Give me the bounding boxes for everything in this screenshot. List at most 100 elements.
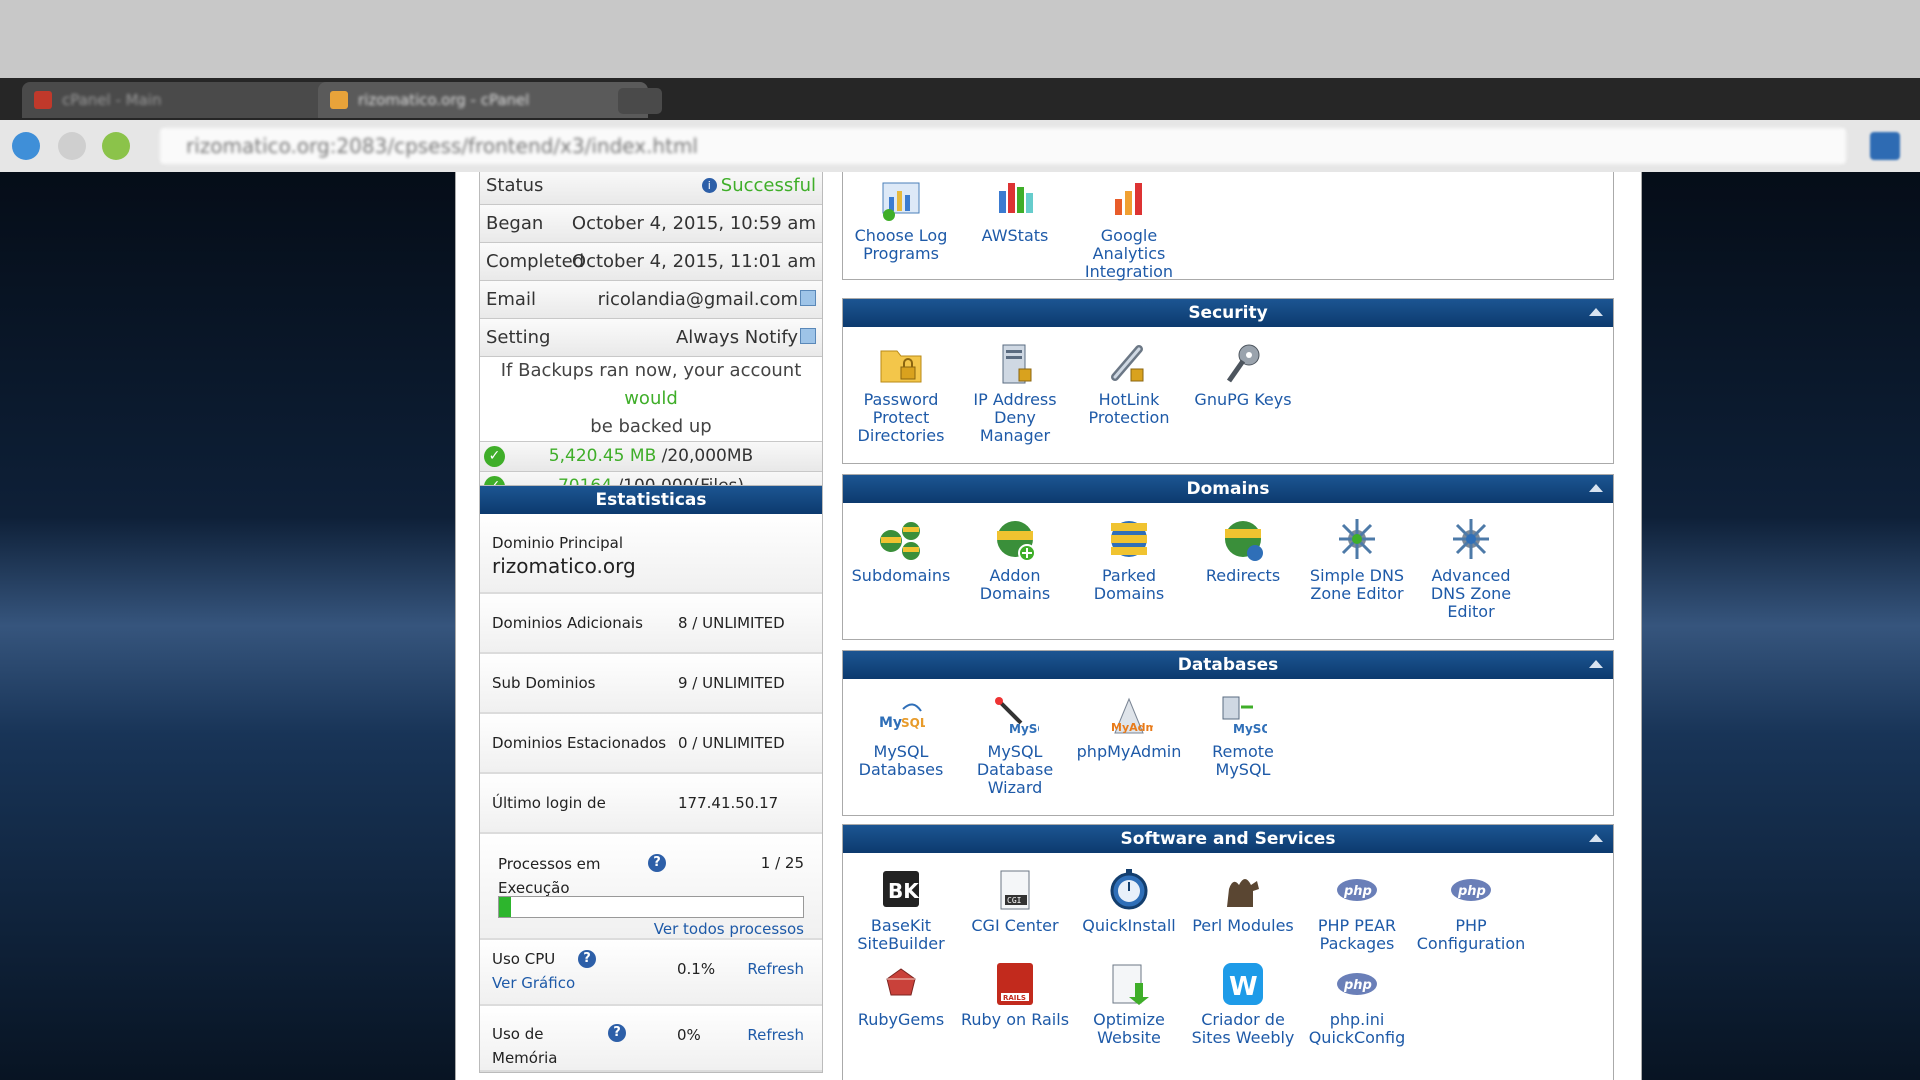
collapse-icon[interactable]	[1589, 484, 1603, 492]
software-panel: Software and Services BK BaseKit SiteBui…	[842, 824, 1614, 1080]
item-label: Advanced DNS Zone Editor	[1430, 566, 1512, 621]
item-label: HotLink Protection	[1088, 390, 1170, 427]
disk-quota-row: ✓ 5,420.45 MB /20,000MB	[480, 442, 822, 472]
processes-progress-bar	[498, 896, 804, 918]
hotlink-protection-item[interactable]: HotLink Protection	[1073, 341, 1185, 427]
cpu-graph-link[interactable]: Ver Gráfico	[492, 974, 575, 992]
collapse-icon[interactable]	[1589, 660, 1603, 668]
optimize-icon	[1112, 964, 1149, 1005]
svg-text:MyAdmin: MyAdmin	[1111, 721, 1153, 734]
weebly-icon: W	[1223, 963, 1263, 1005]
help-icon[interactable]: ?	[648, 854, 666, 872]
svg-text:CGI: CGI	[1007, 896, 1022, 905]
google-analytics-item[interactable]: Google Analytics Integration	[1073, 177, 1185, 281]
cpu-refresh-link[interactable]: Refresh	[747, 960, 804, 978]
quickinstall-item[interactable]: QuickInstall	[1073, 867, 1185, 935]
perl-modules-item[interactable]: Perl Modules	[1187, 867, 1299, 935]
remote-mysql-item[interactable]: MySQL Remote MySQL	[1187, 693, 1299, 779]
browser-tab-active[interactable]: rizomatico.org - cPanel ×	[318, 82, 648, 118]
parked-domains-item[interactable]: Parked Domains	[1073, 517, 1185, 603]
mysql-wizard-item[interactable]: MySQL MySQL Database Wizard	[959, 693, 1071, 797]
item-label: phpMyAdmin	[1076, 742, 1182, 761]
redirects-icon	[1225, 521, 1263, 561]
stats-title: Estatisticas	[480, 486, 822, 514]
awstats-item[interactable]: AWStats	[959, 177, 1071, 245]
log-programs-icon	[882, 182, 920, 221]
item-label: Remote MySQL	[1212, 742, 1274, 779]
stats-row-memory: Uso de Memória ? 0% Refresh	[480, 1006, 822, 1072]
basekit-item[interactable]: BK BaseKit SiteBuilder	[845, 867, 957, 953]
view-all-processes-link[interactable]: Ver todos processos	[654, 920, 804, 938]
rubygems-item[interactable]: RubyGems	[845, 961, 957, 1029]
ip-deny-item[interactable]: IP Address Deny Manager	[959, 341, 1071, 445]
phpini-quickconfig-item[interactable]: php php.ini QuickConfig	[1301, 961, 1413, 1047]
forward-icon[interactable]	[58, 132, 86, 160]
stat-value: 9 / UNLIMITED	[678, 674, 785, 692]
mysql-databases-item[interactable]: My SQL MySQL Databases	[845, 693, 957, 779]
edit-icon[interactable]	[800, 328, 816, 344]
dns-icon	[1339, 519, 1375, 559]
advanced-dns-item[interactable]: Advanced DNS Zone Editor	[1415, 517, 1527, 621]
row-key: Completed	[486, 251, 585, 272]
item-label: MySQL Database Wizard	[976, 742, 1054, 797]
ruby-on-rails-item[interactable]: RAILS Ruby on Rails	[959, 961, 1071, 1029]
help-icon[interactable]: ?	[608, 1024, 626, 1042]
memory-label: Uso de Memória	[492, 1022, 558, 1070]
item-label: IP Address Deny Manager	[973, 390, 1057, 445]
redirects-item[interactable]: Redirects	[1187, 517, 1299, 585]
stat-value: 177.41.50.17	[678, 794, 779, 812]
info-icon: i	[701, 178, 717, 193]
php-icon: php	[1337, 973, 1377, 995]
stats-row-processes: Processos em Execução ? 1 / 25 Ver todos…	[480, 834, 822, 940]
subdomains-item[interactable]: Subdomains	[845, 517, 957, 585]
mysql-wizard-icon: MySQL	[995, 697, 1039, 736]
optimize-website-item[interactable]: Optimize Website	[1073, 961, 1185, 1047]
svg-text:SQL: SQL	[901, 716, 925, 730]
item-label: PHP Configuration	[1416, 916, 1526, 953]
collapse-icon[interactable]	[1589, 834, 1603, 842]
new-tab-button[interactable]	[618, 88, 662, 114]
php-pear-item[interactable]: php PHP PEAR Packages	[1301, 867, 1413, 953]
help-icon[interactable]: ?	[578, 950, 596, 968]
phpmyadmin-icon: MyAdmin	[1111, 697, 1153, 734]
row-value: i Successful	[701, 175, 816, 196]
android-icon[interactable]	[102, 132, 130, 160]
edit-icon[interactable]	[800, 290, 816, 306]
setting-value: Always Notify	[675, 327, 798, 348]
stat-key: Último login de	[492, 794, 606, 812]
php-configuration-item[interactable]: php PHP Configuration	[1415, 867, 1527, 953]
search-icon[interactable]	[1870, 132, 1900, 160]
browser-tab[interactable]: cPanel - Main ×	[22, 82, 352, 118]
progress-fill	[499, 897, 512, 917]
php-icon: php	[1337, 879, 1377, 901]
back-icon[interactable]	[12, 132, 40, 160]
tab-label: cPanel - Main	[62, 91, 162, 109]
addon-domains-item[interactable]: Addon Domains	[959, 517, 1071, 603]
backup-row-status: Status i Successful	[480, 172, 822, 205]
phpmyadmin-item[interactable]: MyAdmin phpMyAdmin	[1073, 693, 1185, 761]
row-key: Began	[486, 213, 544, 234]
security-title: Security	[843, 299, 1613, 327]
awstats-icon	[999, 183, 1033, 213]
collapse-icon[interactable]	[1589, 308, 1603, 316]
svg-text:W: W	[1229, 972, 1258, 1002]
url-field[interactable]: rizomatico.org:2083/cpsess/frontend/x3/i…	[160, 128, 1846, 164]
cgi-center-item[interactable]: CGI CGI Center	[959, 867, 1071, 935]
row-key: Setting	[486, 327, 551, 348]
choose-log-programs-item[interactable]: Choose Log Programs	[845, 177, 957, 263]
item-label: php.ini QuickConfig	[1308, 1010, 1406, 1047]
password-protect-item[interactable]: Password Protect Directories	[845, 341, 957, 445]
svg-text:MySQL: MySQL	[1009, 722, 1039, 736]
item-label: Optimize Website	[1093, 1010, 1165, 1047]
row-value: ricolandia@gmail.com	[598, 289, 816, 310]
processes-label-line: Processos em	[498, 855, 601, 873]
panel-title-text: Software and Services	[1120, 829, 1336, 849]
stats-row: Sub Dominios 9 / UNLIMITED	[480, 654, 822, 714]
backup-row-began: Began October 4, 2015, 10:59 am	[480, 205, 822, 243]
parked-domains-icon	[1111, 521, 1147, 557]
simple-dns-item[interactable]: Simple DNS Zone Editor	[1301, 517, 1413, 603]
gnupg-keys-item[interactable]: GnuPG Keys	[1187, 341, 1299, 409]
weebly-item[interactable]: W Criador de Sites Weebly	[1187, 961, 1299, 1047]
cpu-value: 0.1%	[677, 960, 716, 978]
memory-refresh-link[interactable]: Refresh	[747, 1026, 804, 1044]
